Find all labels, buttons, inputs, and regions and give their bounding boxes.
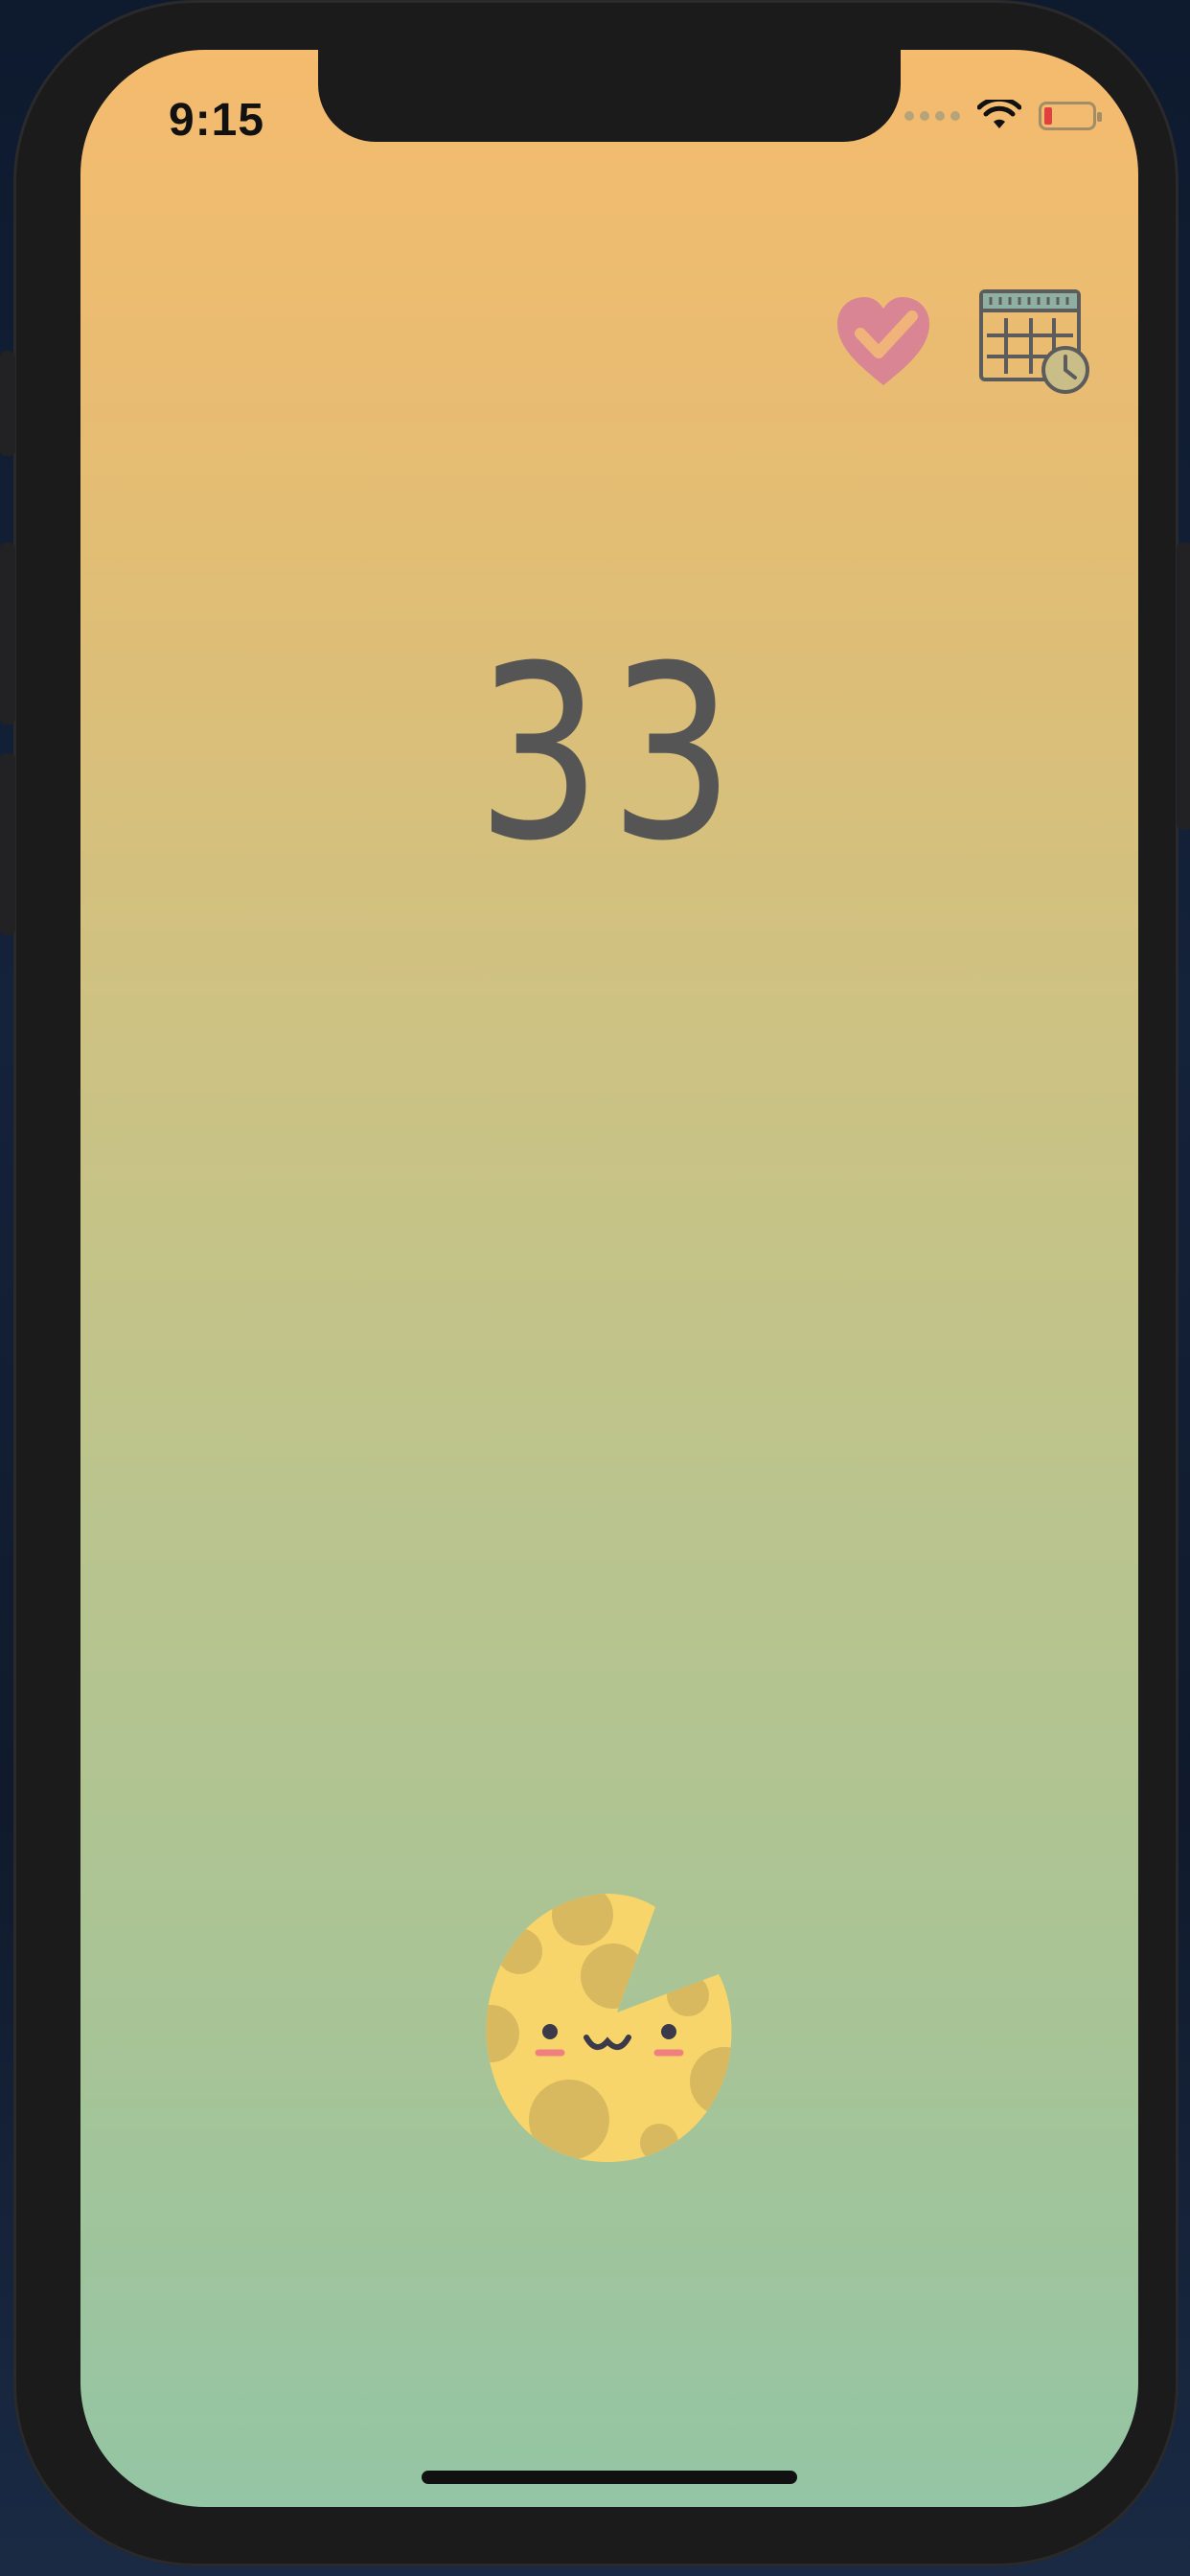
notch [318,50,901,142]
cheese-mascot-button[interactable] [483,1890,736,2168]
top-actions [834,288,1092,400]
status-time: 9:15 [169,95,265,146]
wifi-icon [977,100,1021,128]
favorites-button[interactable] [834,293,933,394]
volume-up-button [0,542,15,724]
home-indicator[interactable] [422,2471,797,2484]
volume-down-button [0,753,15,935]
status-icons [904,100,1102,132]
calendar-clock-icon [979,289,1089,394]
power-button [1177,542,1190,830]
counter-value: 33 [476,614,743,893]
phone-frame: 9:15 33 [0,0,1190,2566]
mute-switch [0,351,15,456]
cellular-signal-icon [904,111,960,121]
heart-check-icon [837,297,929,385]
app-screen: 9:15 33 [80,50,1138,2507]
cheese-mascot [486,1894,732,2162]
battery-icon [1039,102,1102,130]
schedule-button[interactable] [977,288,1092,400]
